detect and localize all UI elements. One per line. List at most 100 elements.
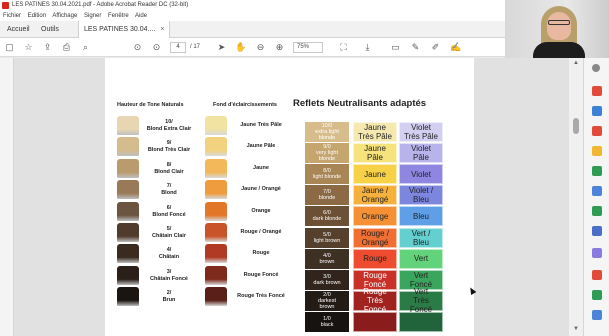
hair-swatch-lightening [205, 287, 227, 307]
window-title: LES PATINES 30.04.2021.pdf - Adobe Acrob… [12, 2, 189, 8]
left-column-header: Hauteur de Tone Naturals [117, 102, 184, 108]
lightening-base-label: Rouge Foncé [243, 271, 279, 278]
webcam-overlay [505, 0, 609, 58]
hair-swatch-lightening [205, 137, 227, 157]
warm-reflect-cell: Jaune Très Pâle [353, 122, 397, 143]
standard-level-cell: 3/0 dark brown [305, 269, 349, 290]
menu-item-fenetre[interactable]: Fenêtre [108, 13, 129, 19]
warm-reflect-cell [353, 311, 397, 332]
zoom-level-select[interactable]: 75% [293, 42, 323, 53]
select-cursor-icon[interactable]: ➤ [216, 42, 227, 53]
combine-files-icon[interactable] [592, 166, 602, 176]
standard-level-cell: 8/0 light blonde [305, 164, 349, 185]
scroll-mode-icon[interactable]: ⤓ [362, 42, 373, 53]
lightening-base-label: Jaune / Orangé [241, 186, 281, 193]
comment-tool-icon[interactable] [592, 146, 602, 156]
standard-level-cell: 10/0 extra light blonde [305, 122, 349, 143]
hair-swatch-natural [117, 287, 139, 307]
organize-pages-icon[interactable] [592, 186, 602, 196]
redact-icon[interactable] [592, 226, 602, 236]
menu-item-edition[interactable]: Edition [28, 13, 46, 19]
search-tool-icon[interactable] [592, 64, 600, 72]
natural-level-label: 4/ Châtain [158, 247, 180, 261]
tab-accueil[interactable]: Accueil [2, 21, 35, 38]
natural-level-label: 10/ Blond Extra Clair [146, 119, 192, 132]
warm-reflect-cell: Jaune Pâle [353, 143, 397, 164]
hair-swatch-lightening [205, 201, 227, 221]
standard-level-cell: 1/0 black [305, 311, 349, 332]
neutralizing-reflect-cell: Violet Pâle [399, 143, 443, 164]
lightening-base-label: Jaune Très Pâle [240, 122, 282, 128]
edit-pdf-icon[interactable] [592, 126, 602, 136]
hair-swatch-natural [117, 180, 139, 200]
title-bar: LES PATINES 30.04.2021.pdf - Adobe Acrob… [0, 0, 505, 11]
scroll-down-icon[interactable]: ▼ [572, 326, 580, 332]
hair-swatch-natural [117, 265, 139, 285]
natural-level-label: 5/ Châtain Clair [152, 226, 186, 239]
hair-swatch-lightening [205, 116, 227, 135]
page-number-input[interactable]: 4 [170, 42, 186, 53]
presenter-body [533, 42, 585, 58]
warm-reflect-cell: Rouge [353, 248, 397, 269]
natural-level-label: 6/ Blond Foncé [152, 204, 186, 218]
menu-item-signer[interactable]: Signer [84, 13, 101, 19]
more-tools-icon[interactable] [592, 290, 602, 300]
left-nav-strip [0, 58, 14, 336]
page-total: / 17 [190, 44, 201, 50]
standard-level-cell: 4/0 brown [305, 248, 349, 269]
tab-document-label: LES PATINES 30.04.... [84, 26, 156, 33]
neutralizing-reflect-cell: Vert / Bleu [399, 227, 443, 248]
warm-reflect-cell: Rouge / Orangé [353, 227, 397, 248]
menu-item-fichier[interactable]: Fichier [3, 13, 21, 19]
standard-level-cell: 7/0 blonde [305, 185, 349, 206]
hair-swatch-lightening [205, 180, 227, 200]
vertical-scrollbar[interactable]: ▲ ▼ [569, 58, 583, 336]
hair-swatch-lightening [205, 265, 227, 285]
fill-sign-tool-icon[interactable] [592, 270, 602, 280]
print-icon[interactable]: ⎙ [61, 42, 72, 53]
menu-item-aide[interactable]: Aide [135, 13, 147, 19]
neutralizing-reflect-cell: Vert [399, 248, 443, 269]
standard-level-cell: 9/0 very light blonde [305, 143, 349, 164]
neutralizing-reflect-cell: Violet Très Pâle [399, 122, 443, 143]
zoom-in-icon[interactable]: ⊕ [274, 42, 285, 53]
lightening-base-label: Jaune Pâle [246, 143, 276, 150]
hair-swatch-natural [117, 116, 139, 135]
acrobat-window: LES PATINES 30.04.2021.pdf - Adobe Acrob… [0, 0, 609, 336]
menu-item-affichage[interactable]: Affichage [52, 13, 77, 19]
create-pdf-icon[interactable]: ▢ [4, 42, 15, 53]
scroll-thumb[interactable] [573, 118, 579, 134]
hair-swatch-lightening [205, 244, 227, 264]
protect-icon[interactable] [592, 248, 602, 258]
comment-icon[interactable]: ▭ [390, 42, 401, 53]
fit-page-icon[interactable]: ⛶ [338, 42, 349, 53]
highlight-pen-icon[interactable]: ✎ [410, 42, 421, 53]
fill-sign-icon[interactable]: ✍ [450, 42, 461, 53]
search-icon[interactable]: ⌕ [80, 42, 91, 53]
right-tools-panel [583, 58, 609, 336]
close-tab-icon[interactable]: × [160, 26, 164, 33]
hair-swatch-natural [117, 137, 139, 157]
upload-icon[interactable]: ⇪ [42, 42, 53, 53]
scan-ocr-icon[interactable] [592, 206, 602, 216]
warm-reflect-cell: Rouge Très Foncé [353, 287, 397, 314]
draw-icon[interactable]: ✐ [430, 42, 441, 53]
lightening-base-label: Rouge / Orangé [240, 229, 282, 235]
bookmark-star-icon[interactable]: ☆ [23, 42, 34, 53]
warm-reflect-cell: Jaune [353, 164, 397, 185]
share-icon[interactable] [592, 310, 602, 320]
previous-page-icon[interactable]: ⊙ [132, 42, 143, 53]
standard-level-cell: 6/0 dark blonde [305, 206, 349, 227]
natural-level-label: 2/ Brun [162, 290, 176, 304]
lightening-base-label: Orange [251, 207, 271, 214]
tab-document[interactable]: LES PATINES 30.04.... × [78, 21, 171, 38]
warm-reflect-cell: Orange [353, 206, 397, 227]
neutralizing-reflect-cell: Violet [399, 164, 443, 185]
zoom-out-icon[interactable]: ⊖ [255, 42, 266, 53]
next-page-icon[interactable]: ⊙ [151, 42, 162, 53]
hand-tool-icon[interactable]: ✋ [235, 42, 246, 53]
tab-outils[interactable]: Outils [36, 21, 64, 38]
export-pdf-icon[interactable] [592, 86, 602, 96]
create-pdf-tool-icon[interactable] [592, 106, 602, 116]
scroll-up-icon[interactable]: ▲ [572, 60, 580, 66]
